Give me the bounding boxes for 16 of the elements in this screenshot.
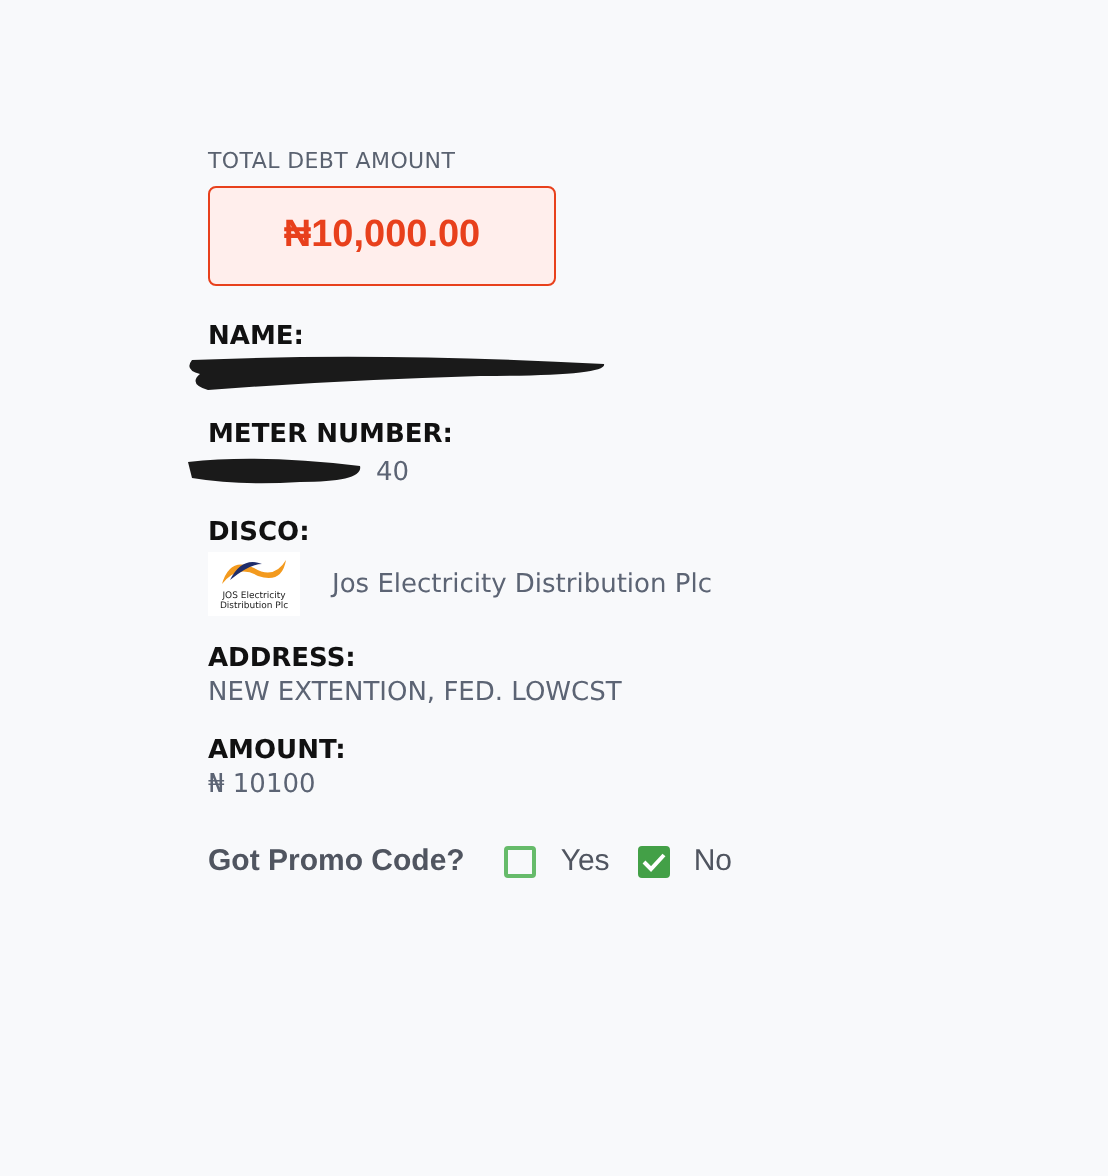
checkbox[interactable] (504, 845, 537, 877)
checkbox-label: Yes (560, 844, 610, 878)
field-label: ADDRESS: (208, 644, 358, 674)
field-label: AMOUNT: (208, 736, 348, 766)
field-value: NEW EXTENTION, FED. LOWCST (208, 678, 624, 708)
checkbox[interactable] (637, 845, 670, 877)
field-value: Jos Electricity Distribution Plc (332, 569, 712, 599)
debt-amount: ₦10,000.00 (283, 214, 481, 258)
debt-label: TOTAL DEBT AMOUNT (208, 148, 458, 174)
field-value: 40 (376, 457, 410, 487)
field-label: METER NUMBER: (208, 420, 455, 450)
field-label: DISCO: (208, 518, 312, 548)
field-value: ₦ 10100 (208, 770, 318, 800)
field-label: NAME: (208, 322, 306, 352)
checkbox-label: No (693, 844, 732, 878)
promo-label: Got Promo Code? (208, 844, 465, 878)
